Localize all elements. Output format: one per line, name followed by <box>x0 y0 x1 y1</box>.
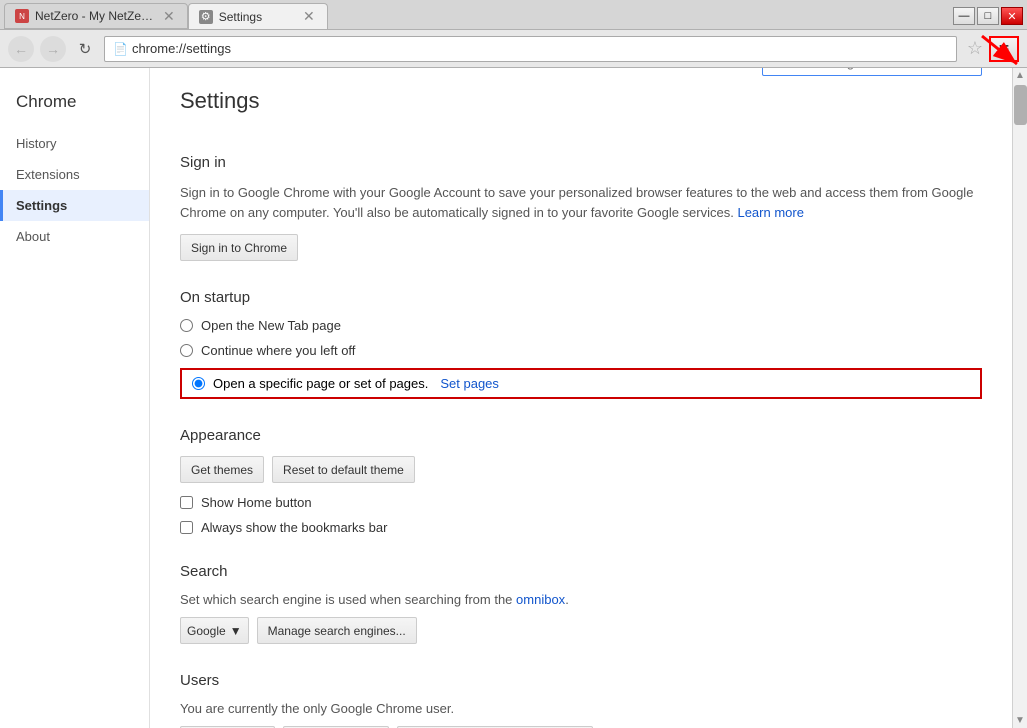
appearance-title: Appearance <box>180 427 982 444</box>
reload-button[interactable]: ↻ <box>72 36 98 62</box>
on-startup-title: On startup <box>180 289 982 306</box>
title-bar: N NetZero - My NetZero Per... ✕ ⚙ Settin… <box>0 0 1027 30</box>
bookmarks-bar-label: Always show the bookmarks bar <box>201 520 387 535</box>
search-description: Set which search engine is used when sea… <box>180 592 982 607</box>
reset-theme-button[interactable]: Reset to default theme <box>272 456 415 483</box>
sidebar-item-settings[interactable]: Settings <box>0 190 149 221</box>
tab-netzero-label: NetZero - My NetZero Per... <box>35 9 155 23</box>
users-title: Users <box>180 672 982 689</box>
window-controls: ― □ ✕ <box>953 7 1023 29</box>
minimize-button[interactable]: ― <box>953 7 975 25</box>
show-home-label: Show Home button <box>201 495 312 510</box>
url-bar[interactable]: 📄 chrome://settings <box>104 36 957 62</box>
tab-settings[interactable]: ⚙ Settings ✕ <box>188 3 328 29</box>
tab-settings-label: Settings <box>219 10 295 24</box>
url-icon: 📄 <box>113 42 128 56</box>
sidebar: Chrome History Extensions Settings About <box>0 68 150 728</box>
startup-specific-label: Open a specific page or set of pages. <box>213 376 428 391</box>
url-text: chrome://settings <box>132 41 231 56</box>
omnibox-link[interactable]: omnibox <box>516 592 565 607</box>
settings-favicon: ⚙ <box>199 10 213 24</box>
tab-settings-close[interactable]: ✕ <box>301 8 317 25</box>
chrome-menu-button[interactable]: ≡ <box>989 36 1019 62</box>
startup-specific-radio[interactable] <box>192 377 205 390</box>
appearance-section: Appearance Get themes Reset to default t… <box>180 427 982 535</box>
address-bar: ← → ↻ 📄 chrome://settings ☆ ≡ <box>0 30 1027 68</box>
scrollbar-up-arrow[interactable]: ▲ <box>1013 68 1027 83</box>
main-area: Chrome History Extensions Settings About… <box>0 68 1027 728</box>
bookmark-star-icon[interactable]: ☆ <box>967 38 983 59</box>
scrollbar-down-arrow[interactable]: ▼ <box>1013 713 1027 728</box>
sidebar-item-about[interactable]: About <box>0 221 149 252</box>
page-title: Settings <box>180 88 260 114</box>
back-button[interactable]: ← <box>8 36 34 62</box>
bookmarks-bar-checkbox[interactable] <box>180 521 193 534</box>
netzero-favicon: N <box>15 9 29 23</box>
maximize-button[interactable]: □ <box>977 7 999 25</box>
show-home-checkbox[interactable] <box>180 496 193 509</box>
browser-frame: N NetZero - My NetZero Per... ✕ ⚙ Settin… <box>0 0 1027 728</box>
search-title: Search <box>180 563 982 580</box>
startup-specific-page-option[interactable]: Open a specific page or set of pages. Se… <box>180 368 982 399</box>
bookmarks-bar-option[interactable]: Always show the bookmarks bar <box>180 520 982 535</box>
forward-button[interactable]: → <box>40 36 66 62</box>
startup-new-tab-label: Open the New Tab page <box>201 318 341 333</box>
startup-continue-option[interactable]: Continue where you left off <box>180 343 982 358</box>
sign-in-section: Sign in Sign in to Google Chrome with yo… <box>180 154 982 261</box>
on-startup-section: On startup Open the New Tab page Continu… <box>180 289 982 399</box>
scrollbar-thumb[interactable] <box>1014 85 1027 125</box>
sign-in-button[interactable]: Sign in to Chrome <box>180 234 298 261</box>
manage-search-engines-button[interactable]: Manage search engines... <box>257 617 417 644</box>
users-section: Users You are currently the only Google … <box>180 672 982 728</box>
search-section: Search Set which search engine is used w… <box>180 563 982 644</box>
scrollbar[interactable]: ▲ ▼ <box>1012 68 1027 728</box>
address-bar-wrapper: ← → ↻ 📄 chrome://settings ☆ ≡ <box>0 30 1027 68</box>
show-home-button-option[interactable]: Show Home button <box>180 495 982 510</box>
close-button[interactable]: ✕ <box>1001 7 1023 25</box>
sidebar-title: Chrome <box>0 84 149 128</box>
sign-in-title: Sign in <box>180 154 982 171</box>
search-settings-input[interactable] <box>762 68 982 76</box>
learn-more-link[interactable]: Learn more <box>737 205 803 220</box>
sidebar-item-extensions[interactable]: Extensions <box>0 159 149 190</box>
startup-new-tab-radio[interactable] <box>180 319 193 332</box>
search-engine-dropdown[interactable]: Google ▼ <box>180 617 249 644</box>
dropdown-arrow-icon: ▼ <box>230 624 242 638</box>
users-description: You are currently the only Google Chrome… <box>180 701 982 716</box>
sidebar-item-history[interactable]: History <box>0 128 149 159</box>
startup-continue-radio[interactable] <box>180 344 193 357</box>
startup-new-tab-option[interactable]: Open the New Tab page <box>180 318 982 333</box>
tab-netzero-close[interactable]: ✕ <box>161 8 177 25</box>
startup-continue-label: Continue where you left off <box>201 343 355 358</box>
tab-netzero[interactable]: N NetZero - My NetZero Per... ✕ <box>4 3 188 29</box>
settings-content: Settings Sign in Sign in to Google Chrom… <box>150 68 1012 728</box>
sign-in-description: Sign in to Google Chrome with your Googl… <box>180 183 982 222</box>
set-pages-link[interactable]: Set pages <box>440 376 499 391</box>
get-themes-button[interactable]: Get themes <box>180 456 264 483</box>
search-engine-row: Google ▼ Manage search engines... <box>180 617 982 644</box>
